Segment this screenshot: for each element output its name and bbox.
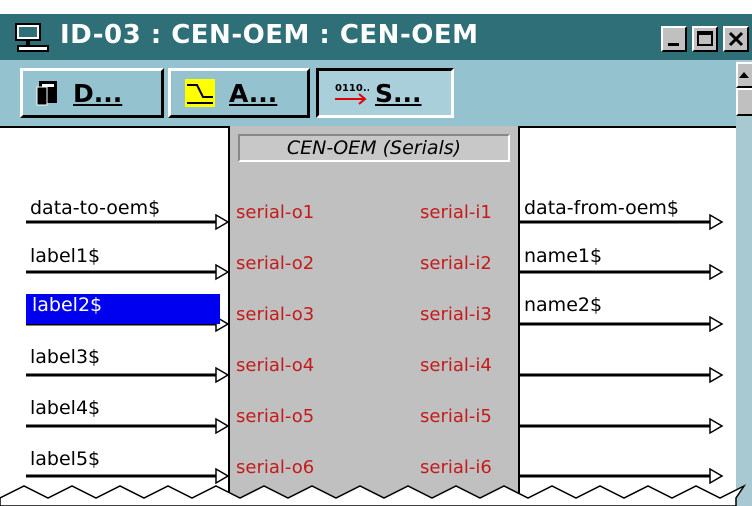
arrow-head [709,467,724,485]
arrow-head [709,315,724,333]
signal-label-left[interactable]: label1$ [30,245,100,267]
port-input[interactable]: serial-i3 [420,304,492,325]
arrow-head [215,467,230,485]
signal-label-right[interactable]: name2$ [524,294,602,316]
arrow-head [709,263,724,281]
port-output[interactable]: serial-o6 [236,457,314,478]
arrow-head [215,366,230,384]
arrow-head [709,213,724,231]
signal-label-left[interactable]: label3$ [30,346,100,368]
port-input[interactable]: serial-i4 [420,355,492,376]
signal-label-left[interactable]: label5$ [30,448,100,470]
port-input[interactable]: serial-i6 [420,457,492,478]
wires-layer [0,213,747,506]
signal-label-left[interactable]: label4$ [30,397,100,419]
signal-label-left[interactable]: data-to-oem$ [30,197,160,219]
arrow-head [709,417,724,435]
arrow-head [215,213,230,231]
port-output[interactable]: serial-o2 [236,253,314,274]
arrow-head [215,417,230,435]
arrow-head [215,263,230,281]
arrow-head [709,366,724,384]
port-output[interactable]: serial-o4 [236,355,314,376]
application-window: ID-03 : CEN-OEM : CEN-OEM D... A... 0110… [0,0,752,506]
signal-label-right[interactable]: name1$ [524,245,602,267]
port-input[interactable]: serial-i2 [420,253,492,274]
port-output[interactable]: serial-o1 [236,202,314,223]
signal-label-right[interactable]: data-from-oem$ [524,197,679,219]
signal-label-left-selected[interactable]: label2$ [26,294,220,324]
torn-edge [0,484,747,506]
port-output[interactable]: serial-o5 [236,406,314,427]
port-input[interactable]: serial-i1 [420,202,492,223]
port-input[interactable]: serial-i5 [420,406,492,427]
port-output[interactable]: serial-o3 [236,304,314,325]
